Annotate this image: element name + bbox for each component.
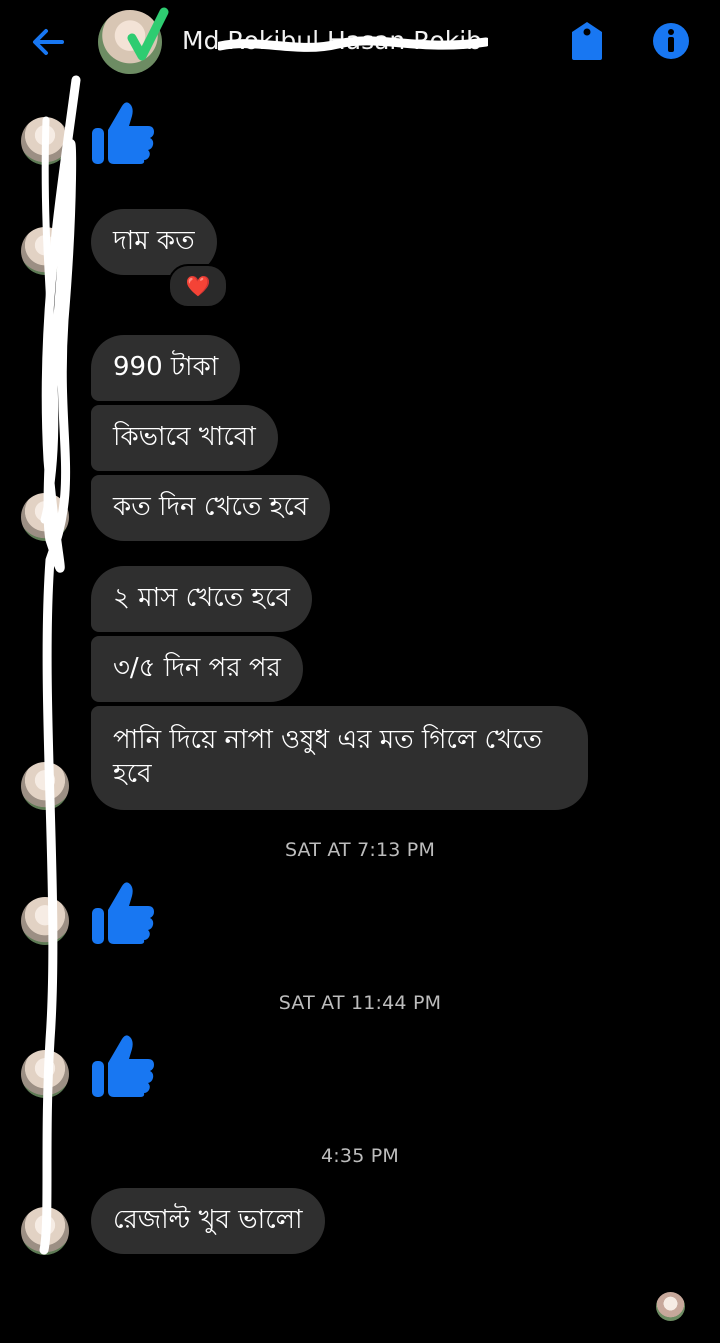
- timestamp: SAT AT 7:13 PM: [284, 839, 436, 861]
- avatar[interactable]: [21, 897, 69, 945]
- avatar[interactable]: [21, 762, 69, 810]
- chat-header: Md Rokibul Hasan Rokib: [0, 0, 720, 84]
- heart-reaction[interactable]: ❤️: [168, 264, 228, 308]
- info-icon[interactable]: [652, 22, 690, 60]
- timestamp: 4:35 PM: [321, 1145, 399, 1167]
- avatar[interactable]: [21, 117, 69, 165]
- avatar[interactable]: [21, 493, 69, 541]
- message-bubble[interactable]: পানি দিয়ে নাপা ওষুধ এর মত গিলে খেতে হবে: [91, 706, 588, 810]
- thumbs-up-icon: [92, 102, 154, 164]
- message-bubble[interactable]: ৩/৫ দিন পর পর: [91, 636, 303, 702]
- avatar[interactable]: [21, 227, 69, 275]
- message-bubble[interactable]: রেজাল্ট খুব ভালো: [91, 1188, 325, 1254]
- timestamp: SAT AT 11:44 PM: [278, 992, 442, 1014]
- tag-icon[interactable]: [568, 20, 606, 62]
- check-icon: [127, 7, 169, 61]
- thumbs-up-icon: [92, 1035, 154, 1097]
- seen-indicator-avatar: [656, 1292, 685, 1321]
- message-bubble[interactable]: ২ মাস খেতে হবে: [91, 566, 313, 632]
- thumbs-up-icon: [92, 882, 154, 944]
- message-bubble[interactable]: কত দিন খেতে হবে: [91, 475, 331, 541]
- message-bubble[interactable]: কিভাবে খাবো: [91, 405, 278, 471]
- arrow-left-icon[interactable]: [28, 22, 68, 62]
- avatar[interactable]: [21, 1207, 69, 1255]
- message-bubble[interactable]: 990 টাকা: [91, 335, 241, 401]
- avatar[interactable]: [21, 1050, 69, 1098]
- redaction-scribble: [218, 36, 488, 52]
